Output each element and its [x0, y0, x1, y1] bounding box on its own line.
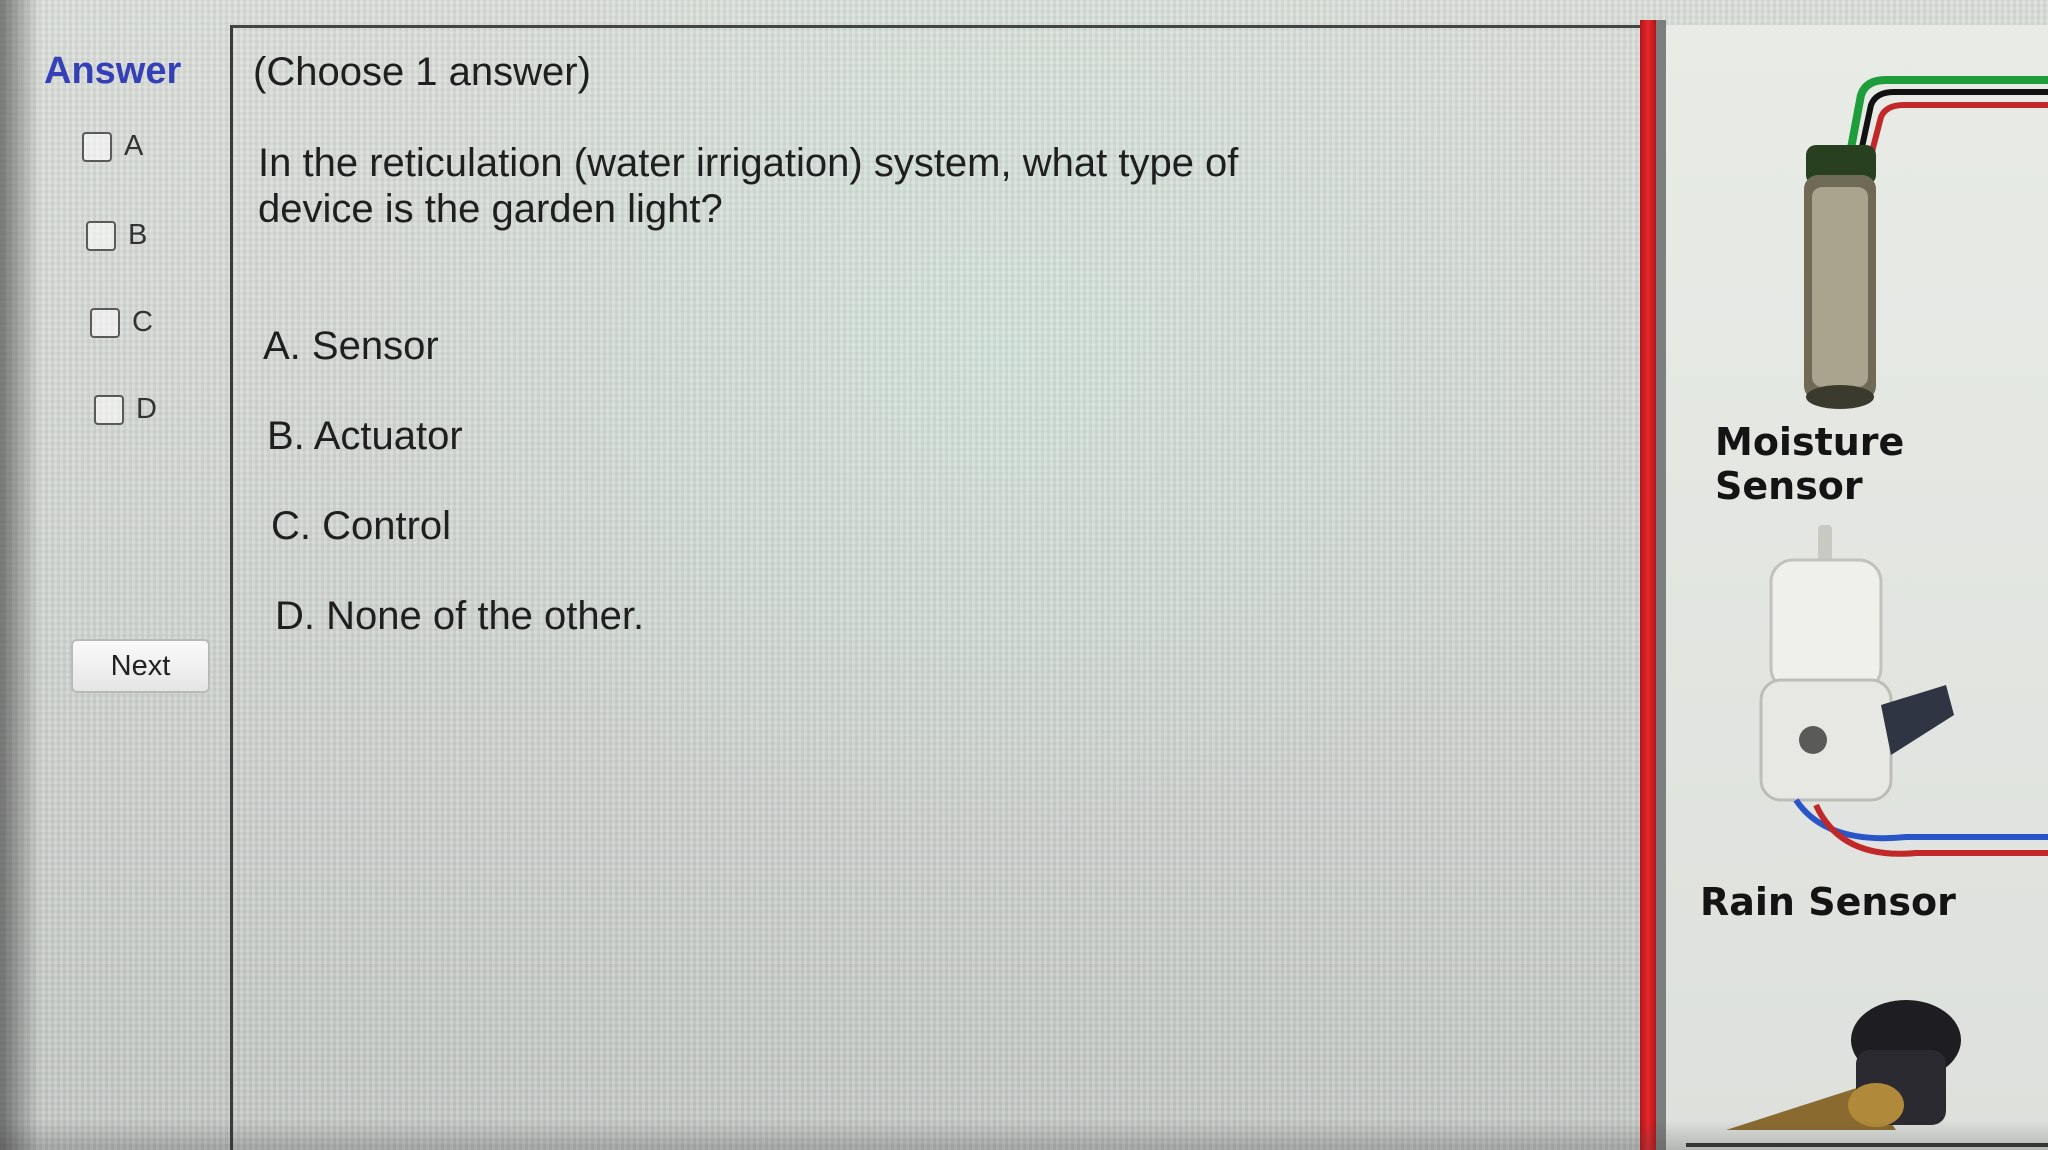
answer-option-d[interactable]: D — [94, 393, 157, 426]
rain-sensor-housing — [1769, 558, 1883, 692]
moisture-sensor-label: Moisture Sensor — [1715, 420, 1905, 508]
next-button[interactable]: Next — [71, 639, 210, 693]
choice-c: C. Control — [271, 504, 452, 548]
answer-option-label: A — [124, 130, 144, 162]
moisture-sensor-icon — [1804, 76, 2048, 409]
answer-option-b[interactable]: B — [86, 219, 147, 252]
checkbox-d[interactable] — [94, 394, 124, 425]
rain-sensor-label: Rain Sensor — [1700, 880, 1956, 924]
answer-option-label: B — [128, 219, 148, 251]
answer-option-a[interactable]: A — [82, 130, 143, 163]
answer-panel: Answer A B C D Next — [0, 0, 240, 1150]
checkbox-b[interactable] — [86, 220, 116, 251]
wire-red — [1863, 102, 2048, 176]
choose-instruction: (Choose 1 answer) — [253, 50, 591, 94]
question-text: In the reticulation (water irrigation) s… — [258, 141, 1239, 231]
sensor-mesh — [1812, 187, 1868, 387]
solenoid-valve-icon — [1686, 1000, 2048, 1147]
diagram-panel: Moisture Sensor Rain Sensor — [1666, 25, 2048, 1150]
choice-d: D. None of the other. — [275, 594, 645, 638]
choice-b: B. Actuator — [267, 414, 463, 458]
panel-divider-gray — [1656, 20, 1666, 1150]
choice-a: A. Sensor — [263, 324, 439, 368]
wire-red-2 — [1813, 803, 2048, 857]
rain-sensor-icon — [1759, 525, 2048, 857]
valve-port — [1848, 1083, 1904, 1127]
answer-title: Answer — [44, 50, 182, 92]
answer-option-label: D — [136, 393, 157, 425]
answer-option-label: C — [132, 306, 153, 338]
rain-sensor-screw — [1799, 726, 1827, 754]
panel-divider-red — [1640, 20, 1656, 1150]
checkbox-a[interactable] — [82, 131, 112, 162]
question-panel: (Choose 1 answer) In the reticulation (w… — [230, 25, 1670, 1150]
answer-option-c[interactable]: C — [90, 306, 153, 339]
checkbox-c[interactable] — [90, 307, 120, 338]
sensor-tip — [1806, 385, 1874, 409]
